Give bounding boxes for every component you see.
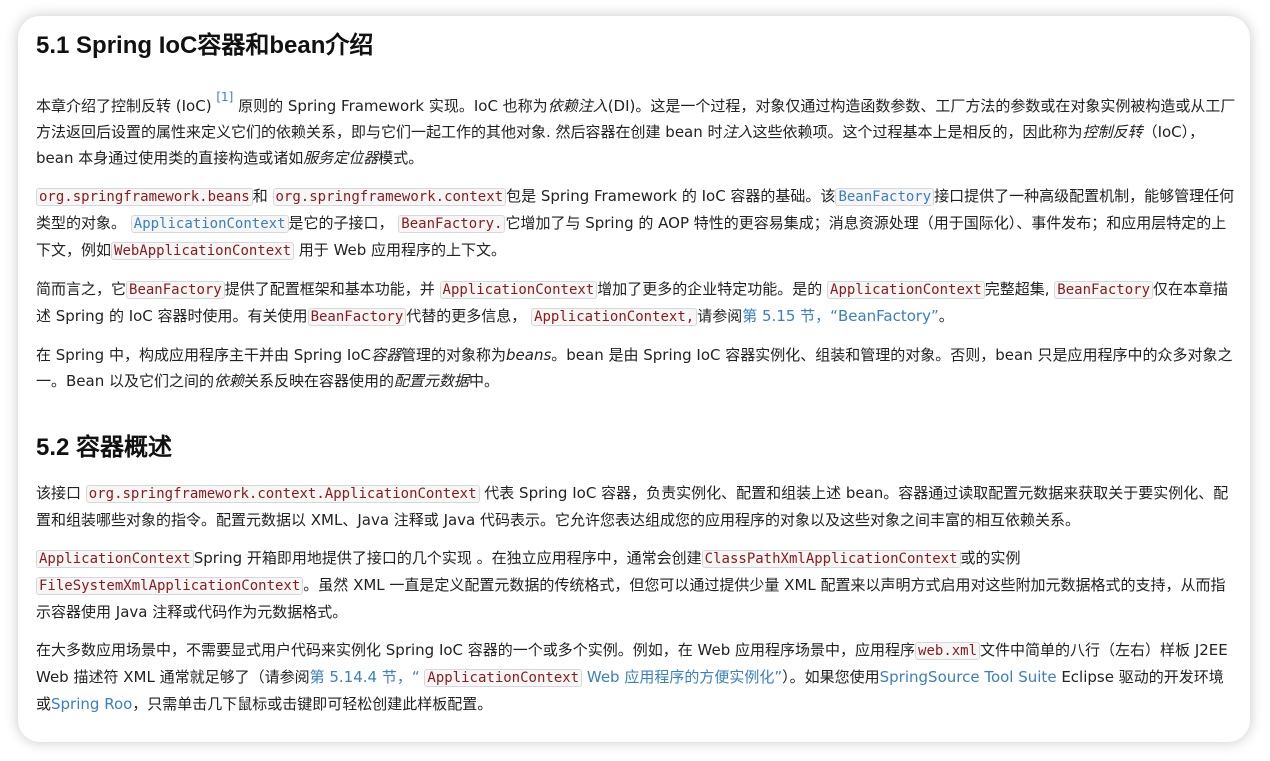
document-content: 5.1 Spring IoC容器和bean介绍 本章介绍了控制反转 (IoC) … xyxy=(36,24,1238,717)
section-5-2-heading: 5.2 容器概述 xyxy=(36,434,173,461)
emphasis: 控制反转 xyxy=(1082,123,1143,141)
link-text: 第 5.14.4 节，“ xyxy=(309,668,425,686)
s2-paragraph-1: 该接口 org.springframework.context.Applicat… xyxy=(36,480,1238,533)
text: 或的实例 xyxy=(960,549,1021,567)
emphasis: 容器 xyxy=(370,346,401,364)
footnote: [1] xyxy=(216,90,233,108)
text: 增加了更多的企业特定功能。是的 xyxy=(597,280,828,298)
text: ）。如果您使用 xyxy=(782,668,880,686)
link-section-5-15[interactable]: 第 5.15 节，“BeanFactory” xyxy=(742,307,939,325)
s2-paragraph-3: 在大多数应用场景中，不需要显式用户代码来实例化 Spring IoC 容器的一个… xyxy=(36,637,1238,717)
code-beans-package: org.springframework.beans xyxy=(36,188,253,206)
link-section-5-14-4[interactable]: 第 5.14.4 节，“ ApplicationContext Web 应用程序… xyxy=(309,668,783,687)
text: 管理的对象称为 xyxy=(400,346,506,364)
text: 请参阅 xyxy=(697,307,743,325)
s1-paragraph-2: org.springframework.beans 和 org.springfra… xyxy=(36,183,1238,264)
code-web-xml: web.xml xyxy=(915,642,981,660)
section-5-1-heading: 5.1 Spring IoC容器和bean介绍 xyxy=(36,32,374,59)
code-webapplicationcontext: WebApplicationContext xyxy=(111,242,295,260)
emphasis: 依赖注入 xyxy=(547,97,608,115)
text: 在 Spring 中，构成应用程序主干并由 Spring IoC xyxy=(36,346,371,364)
text: 是它的子接口， xyxy=(288,214,399,232)
text: 本章介绍了控制反转 (IoC) xyxy=(36,97,217,115)
text: 完整超集, xyxy=(984,280,1055,298)
text: 关系反映在容器使用的 xyxy=(244,372,395,390)
link-spring-roo[interactable]: Spring Roo xyxy=(51,695,132,713)
emphasis: 服务定位器 xyxy=(303,149,379,167)
s1-paragraph-1: 本章介绍了控制反转 (IoC) [1] 原则的 Spring Framework… xyxy=(36,88,1238,171)
text: 用于 Web 应用程序的上下文。 xyxy=(294,241,507,259)
s1-paragraph-4: 在 Spring 中，构成应用程序主干并由 Spring IoC容器管理的对象称… xyxy=(36,342,1238,394)
code-applicationcontext: ApplicationContext xyxy=(424,669,583,687)
code-applicationcontext: ApplicationContext xyxy=(130,215,289,233)
text: 原则的 Spring Framework 实现。IoC 也称为 xyxy=(233,97,548,115)
code-beanfactory: BeanFactory. xyxy=(398,215,506,233)
s1-paragraph-3: 简而言之，它 BeanFactory 提供了配置框架和基本功能，并 Applicat… xyxy=(36,276,1238,330)
link-text: Web 应用程序的方便实例化” xyxy=(582,668,783,686)
code-link-applicationcontext[interactable]: ApplicationContext xyxy=(130,214,289,233)
footnote-link[interactable]: [1] xyxy=(216,90,233,104)
link-springsource-tool-suite[interactable]: SpringSource Tool Suite xyxy=(880,668,1057,686)
code-beanfactory: BeanFactory xyxy=(126,281,225,299)
s2-paragraph-2: ApplicationContext Spring 开箱即用地提供了接口的几个实现… xyxy=(36,545,1238,625)
text: Spring 开箱即用地提供了接口的几个实现 。在独立应用程序中，通常会创建 xyxy=(193,549,702,567)
emphasis: 配置元数据 xyxy=(394,372,470,390)
code-context-package: org.springframework.context xyxy=(272,188,507,206)
text: 中。 xyxy=(469,372,500,390)
code-beanfactory: BeanFactory xyxy=(1054,281,1153,299)
text: 该接口 xyxy=(36,484,86,502)
emphasis: 依赖 xyxy=(214,372,245,390)
code-link-beanfactory[interactable]: BeanFactory xyxy=(835,187,935,206)
document-card: 5.1 Spring IoC容器和bean介绍 本章介绍了控制反转 (IoC) … xyxy=(18,16,1250,742)
text: 提供了配置框架和基本功能，并 xyxy=(224,280,440,298)
code-beanfactory: BeanFactory xyxy=(835,188,935,206)
text: ，只需单击几下鼠标或击键即可轻松创建此样板配置。 xyxy=(132,695,493,713)
code-classpathxml: ClassPathXmlApplicationContext xyxy=(701,550,961,568)
code-applicationcontext-interface: org.springframework.context.ApplicationC… xyxy=(85,485,480,503)
text: 在大多数应用场景中，不需要显式用户代码来实例化 Spring IoC 容器的一个… xyxy=(36,641,916,659)
code-applicationcontext: ApplicationContext xyxy=(827,281,985,299)
text: 。 xyxy=(938,307,954,325)
emphasis: beans xyxy=(506,346,552,364)
text: 和 xyxy=(252,187,273,205)
code-applicationcontext: ApplicationContext, xyxy=(531,308,698,326)
code-applicationcontext: ApplicationContext xyxy=(36,550,194,568)
text: 简而言之，它 xyxy=(36,280,127,298)
text: 代替的更多信息， xyxy=(406,307,532,325)
text: 模式。 xyxy=(378,149,424,167)
text: 包是 Spring Framework 的 IoC 容器的基础。该 xyxy=(506,187,836,205)
code-beanfactory: BeanFactory xyxy=(307,308,407,326)
code-applicationcontext: ApplicationContext xyxy=(439,281,598,299)
code-filesystemxml: FileSystemXmlApplicationContext xyxy=(36,577,304,595)
text: 这些依赖项。这个过程基本上是相反的，因此称为 xyxy=(752,123,1083,141)
emphasis: 注入 xyxy=(722,123,753,141)
